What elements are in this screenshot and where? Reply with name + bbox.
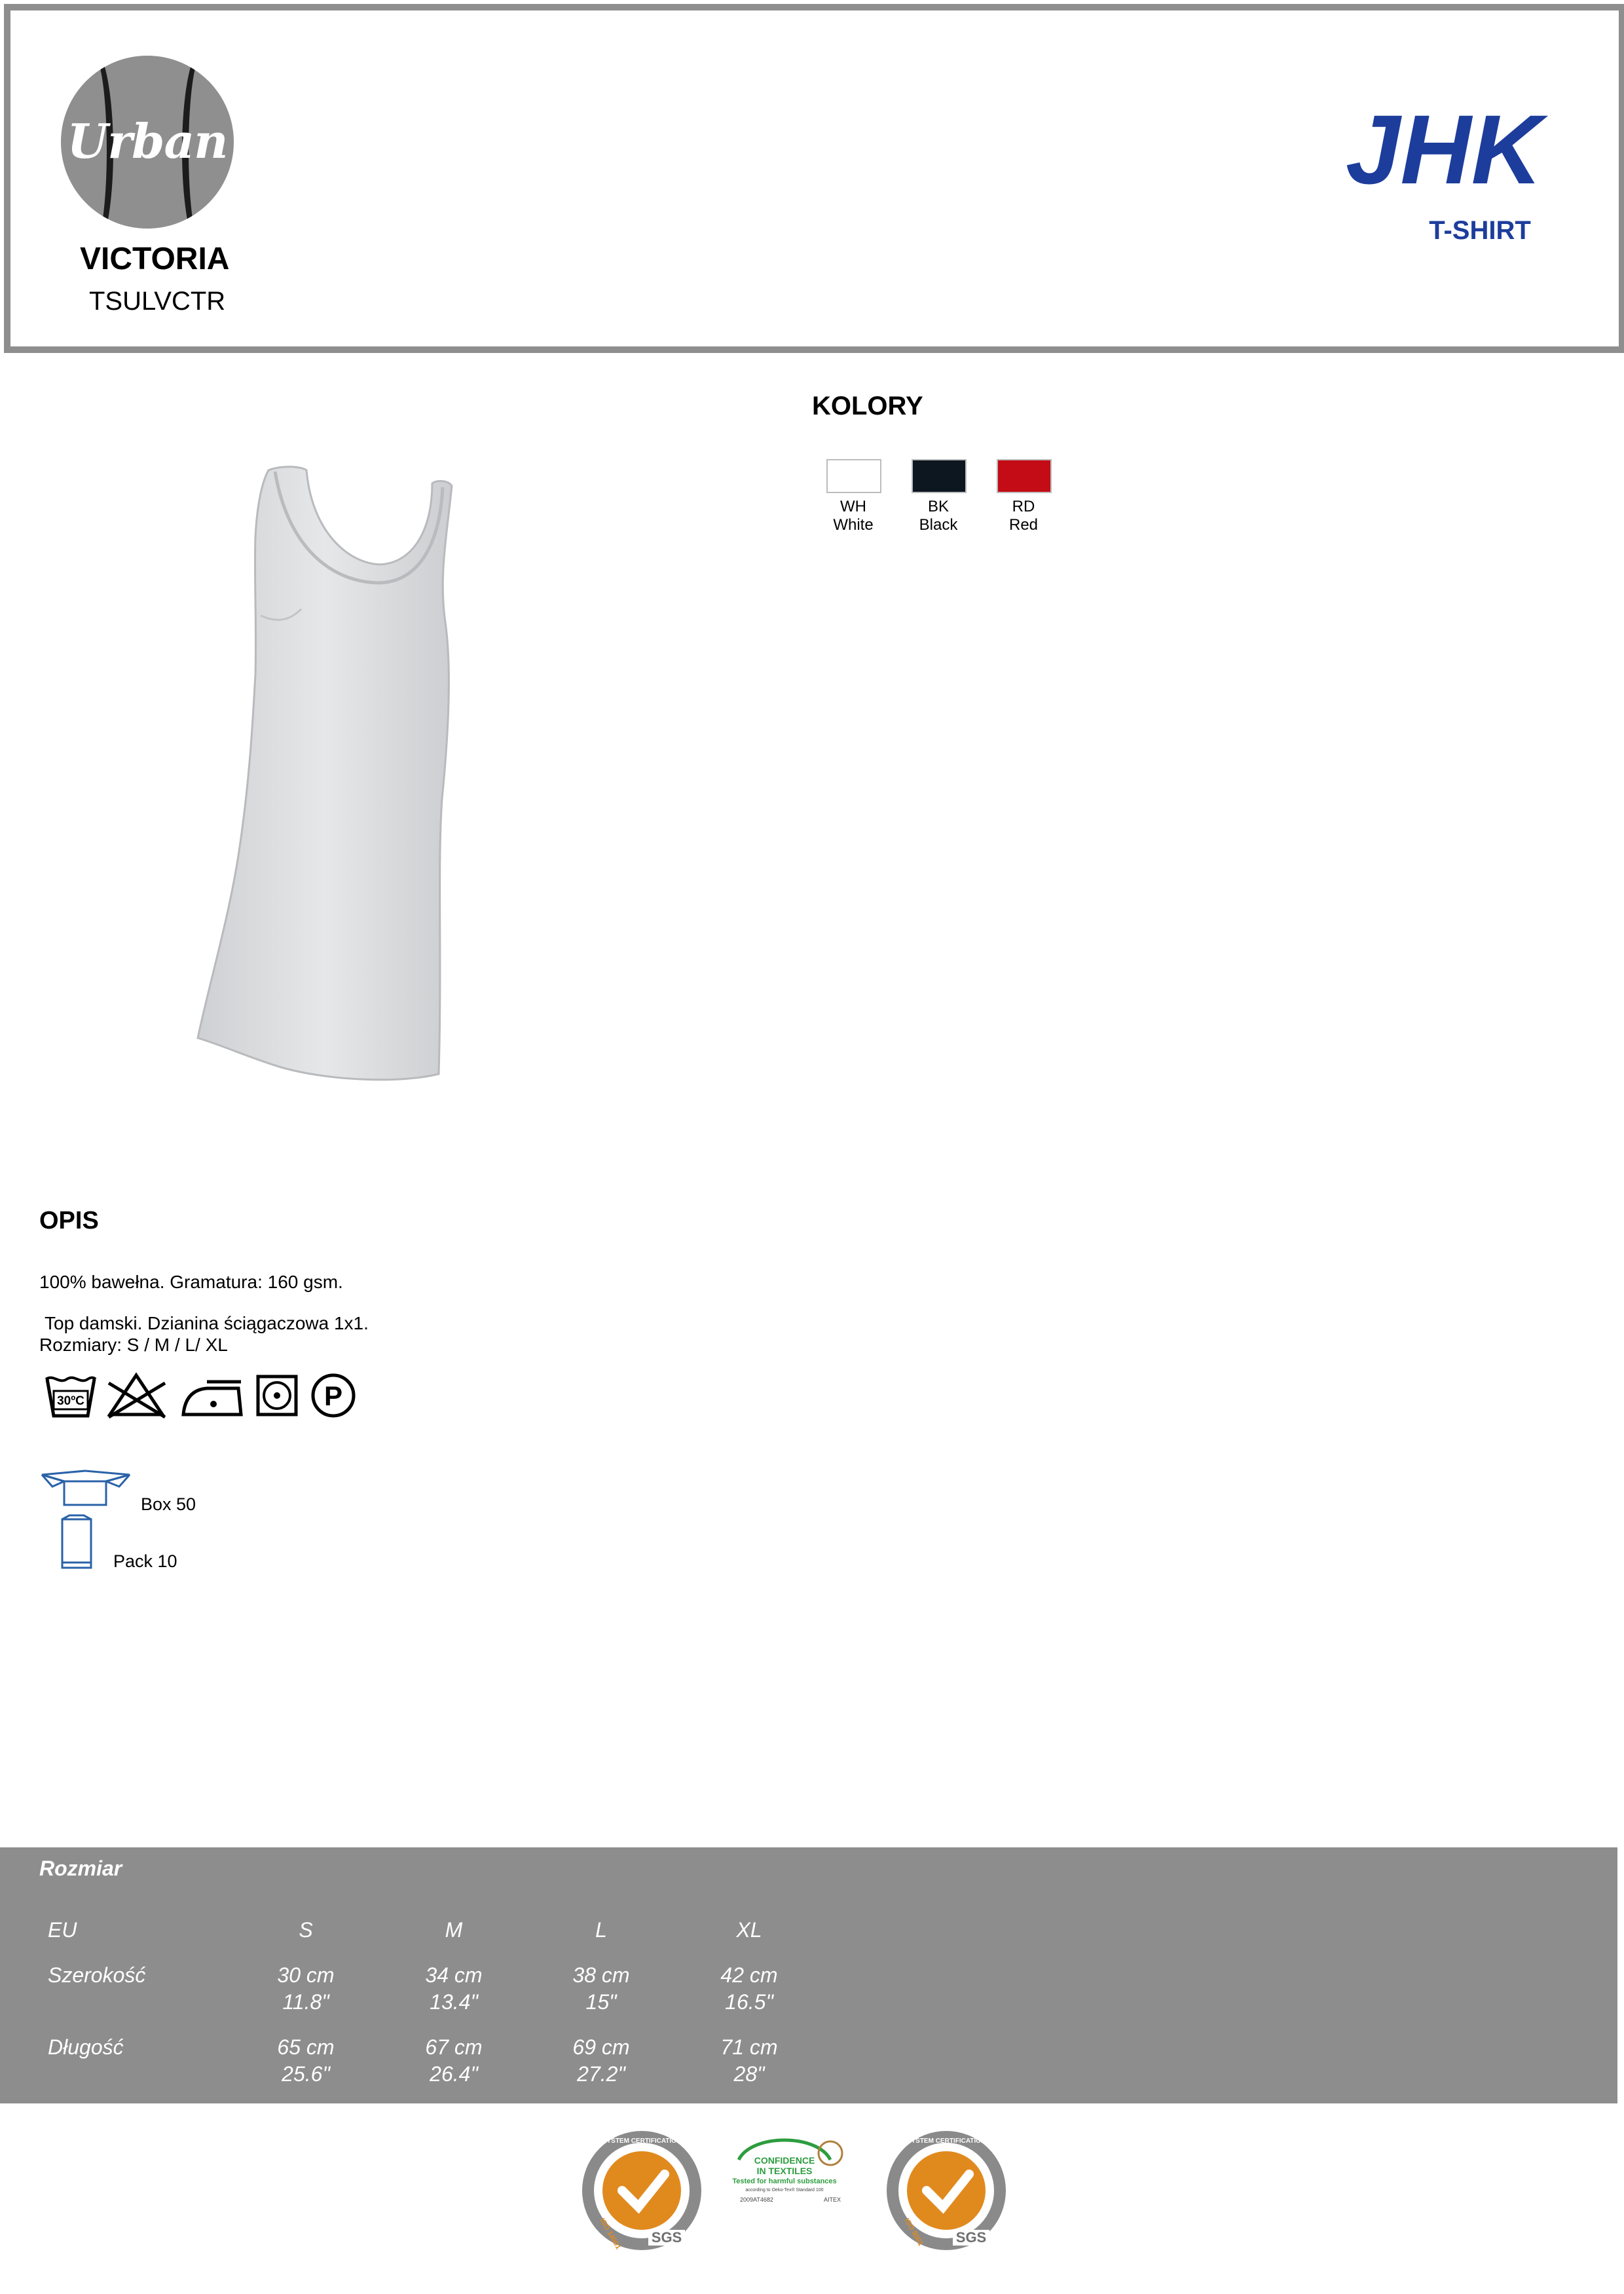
color-swatch-black[interactable] xyxy=(912,459,967,493)
color-swatch-white[interactable] xyxy=(826,459,881,493)
description-line: Top damski. Dzianina ściągaczowa 1x1. xyxy=(45,1313,369,1333)
care-instructions: 30ºC P xyxy=(45,1372,356,1419)
color-name: Red xyxy=(1008,516,1039,534)
pack-icon xyxy=(61,1514,92,1569)
size-cell: 67 cm xyxy=(425,2035,483,2059)
size-table-title: Rozmiar xyxy=(39,1857,122,1880)
sgs-label: SGS xyxy=(652,2229,682,2246)
size-cell: 15" xyxy=(585,1990,617,2014)
no-bleach-icon xyxy=(107,1372,166,1419)
oeko-title-2: IN TEXTILES xyxy=(757,2166,813,2176)
description-line: 100% bawełna. Gramatura: 160 gsm. xyxy=(39,1272,343,1292)
size-header-l: L xyxy=(595,1918,607,1942)
size-cell: 34 cm xyxy=(425,1963,483,1987)
size-header-m: M xyxy=(445,1918,463,1942)
colors-heading: KOLORY xyxy=(812,392,923,420)
box-icon xyxy=(41,1470,131,1506)
color-code: BK xyxy=(927,498,949,515)
size-header-eu: EU xyxy=(48,1918,77,1942)
dry-clean-p-icon: P xyxy=(311,1373,356,1418)
sgs-iso9001-certificate: SYSTEM CERTIFICATION ISO 9001 SGS xyxy=(887,2131,1006,2250)
size-cell: 27.2" xyxy=(577,2062,625,2086)
oeko-tex-certificate: CONFIDENCE IN TEXTILES Tested for harmfu… xyxy=(732,2138,843,2203)
oeko-title-1: CONFIDENCE xyxy=(754,2155,815,2166)
jhk-logo-text: JHK xyxy=(1346,102,1549,204)
size-cell: 69 cm xyxy=(572,2035,630,2059)
jhk-tshirt-logo: JHK T-SHIRT xyxy=(1346,102,1549,245)
urban-brand-logo: Urban xyxy=(61,56,234,229)
size-cell: 38 cm xyxy=(572,1963,630,1987)
size-row-label-length: Długość xyxy=(48,2035,124,2059)
color-swatch-red[interactable] xyxy=(997,459,1052,493)
oeko-subtitle: Tested for harmful substances xyxy=(732,2177,836,2185)
color-code: WH xyxy=(840,498,866,515)
sgs-iso14001-certificate: SYSTEM CERTIFICATION ISO 14001 SGS xyxy=(582,2131,701,2251)
size-cell: 30 cm xyxy=(277,1963,335,1987)
product-name: VICTORIA xyxy=(80,242,230,276)
box-quantity-label: Box 50 xyxy=(141,1494,196,1514)
description-line: Rozmiary: S / M / L/ XL xyxy=(39,1335,228,1355)
tank-top-product-image xyxy=(196,466,453,1081)
oeko-institute: AITEX xyxy=(824,2196,841,2203)
tumble-dry-icon xyxy=(256,1375,298,1416)
wash-30-icon: 30ºC xyxy=(45,1376,97,1418)
urban-logo-text: Urban xyxy=(67,113,228,169)
size-cell: 26.4" xyxy=(430,2062,478,2086)
oeko-small-text: according to Oeko-Tex® Standard 100 xyxy=(745,2187,823,2192)
size-cell: 71 cm xyxy=(720,2035,778,2059)
size-cell: 16.5" xyxy=(725,1990,773,2014)
wash-temp-label: 30ºC xyxy=(57,1394,84,1408)
jhk-logo-subtext: T-SHIRT xyxy=(1429,216,1531,245)
size-row-label-width: Szerokość xyxy=(48,1963,146,1987)
size-cell: 13.4" xyxy=(430,1990,478,2014)
cert-ring-text: SYSTEM CERTIFICATION xyxy=(907,2137,986,2145)
size-header-xl: XL xyxy=(736,1918,762,1942)
sgs-label: SGS xyxy=(956,2229,986,2246)
oeko-number: 2009AT4682 xyxy=(740,2196,773,2203)
color-code: RD xyxy=(1012,498,1035,515)
cert-ring-text: SYSTEM CERTIFICATION xyxy=(602,2137,681,2145)
color-name: Black xyxy=(919,516,958,534)
size-cell: 11.8" xyxy=(282,1990,329,2014)
size-cell: 25.6" xyxy=(282,2062,330,2086)
color-name: White xyxy=(833,516,874,534)
pack-quantity-label: Pack 10 xyxy=(113,1551,177,1571)
description-heading: OPIS xyxy=(39,1207,99,1234)
size-header-s: S xyxy=(299,1918,313,1942)
svg-text:P: P xyxy=(324,1380,342,1411)
size-cell: 28" xyxy=(733,2062,765,2086)
size-cell: 42 cm xyxy=(720,1963,778,1987)
product-code: TSULVCTR xyxy=(89,287,226,316)
size-table: Rozmiar EU S M L XL Szerokość 30 cm 34 c… xyxy=(0,1847,1617,2103)
iron-low-icon xyxy=(181,1380,243,1416)
size-cell: 65 cm xyxy=(277,2035,335,2059)
